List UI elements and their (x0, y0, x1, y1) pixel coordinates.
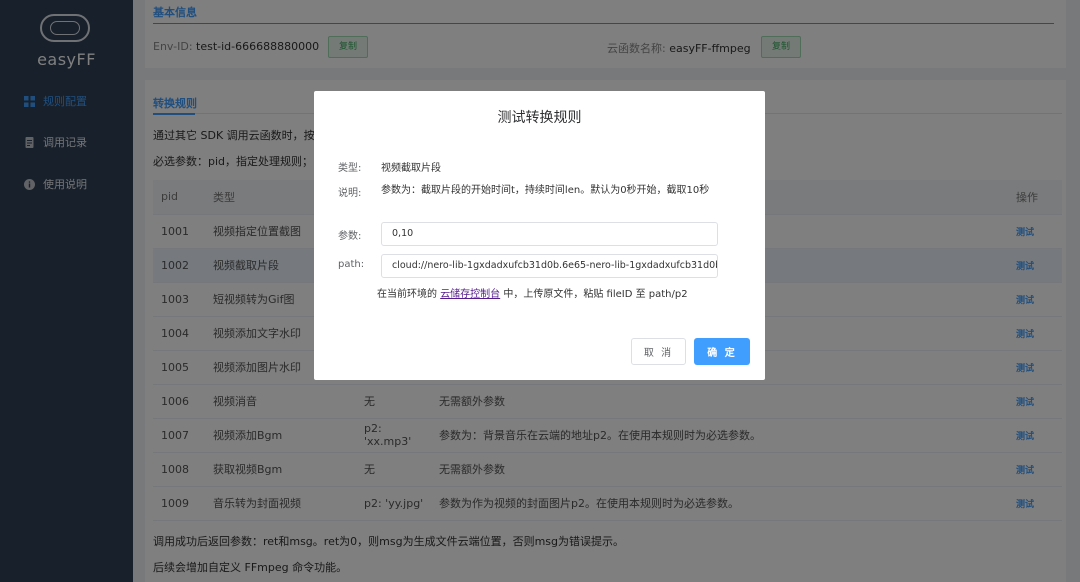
path-input[interactable]: cloud://nero-lib-1gxdadxufcb31d0b.6e65-n… (381, 254, 718, 278)
cloud-storage-console-link[interactable]: 云储存控制台 (440, 289, 500, 300)
test-rule-dialog: 测试转换规则 类型: 视频截取片段 说明: 参数为：截取片段的开始时间t，持续时… (314, 91, 765, 380)
path-label: path: (338, 259, 365, 270)
upload-hint: 在当前环境的 云储存控制台 中，上传原文件，粘贴 fileID 至 path/p… (377, 285, 688, 300)
hint-prefix: 在当前环境的 (377, 289, 437, 300)
hint-suffix: 中，上传原文件，粘贴 fileID 至 path/p2 (503, 289, 688, 300)
description-value: 参数为：截取片段的开始时间t，持续时间len。默认为0秒开始，截取10秒 (381, 185, 710, 196)
description-label: 说明: (338, 188, 362, 199)
dialog-title: 测试转换规则 (497, 110, 582, 126)
params-label: 参数: (338, 231, 362, 242)
confirm-button[interactable]: 确 定 (694, 338, 750, 365)
type-label: 类型: (338, 163, 362, 174)
params-input[interactable]: 0,10 (381, 222, 718, 246)
type-value: 视频截取片段 (381, 163, 441, 174)
cancel-button[interactable]: 取 消 (631, 338, 686, 365)
